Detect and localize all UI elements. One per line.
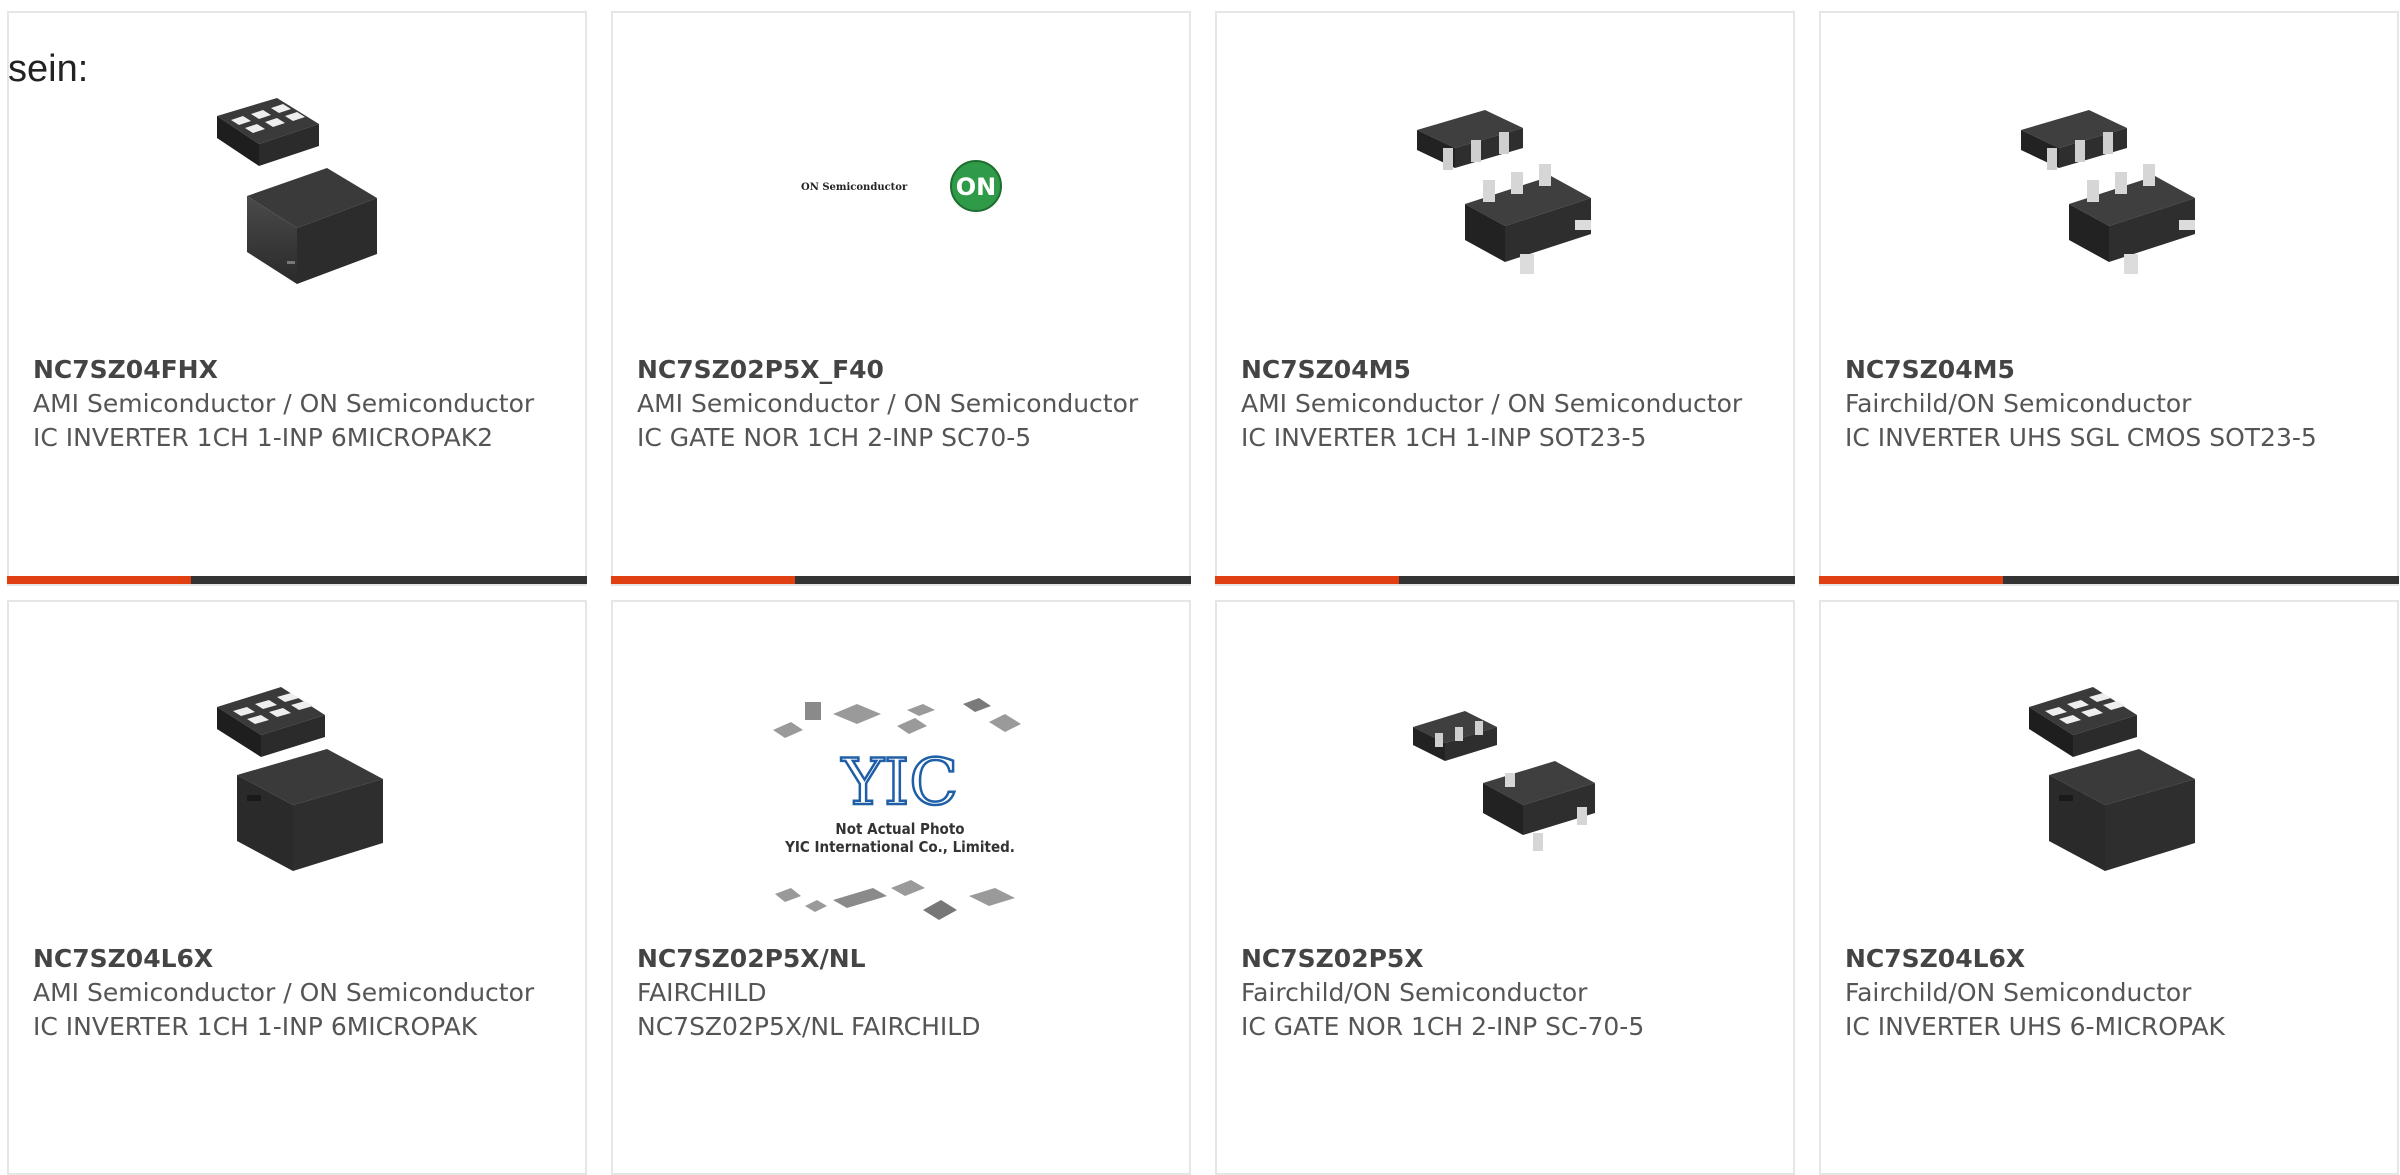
yic-placeholder-image[interactable]: YIC Not Actual Photo YIC International C… <box>765 692 1035 937</box>
description: IC INVERTER 1CH 1-INP 6MICROPAK2 <box>33 423 494 452</box>
product-card[interactable]: NC7SZ02P5X Fairchild/ON Semiconductor IC… <box>1215 600 1795 1175</box>
part-number-link[interactable]: NC7SZ02P5X_F40 <box>637 353 1169 387</box>
sot23-package-icon[interactable] <box>1402 83 1607 288</box>
product-card[interactable]: NC7SZ04M5 AMI Semiconductor / ON Semicon… <box>1215 11 1795 586</box>
description: IC INVERTER 1CH 1-INP SOT23-5 <box>1241 423 1647 452</box>
sc70-package-icon[interactable] <box>1402 672 1607 877</box>
product-info: NC7SZ02P5X_F40 AMI Semiconductor / ON Se… <box>637 353 1169 455</box>
manufacturer: Fairchild/ON Semiconductor <box>1845 389 2192 418</box>
part-number-link[interactable]: NC7SZ04M5 <box>1845 353 2377 387</box>
manufacturer: AMI Semiconductor / ON Semiconductor <box>33 389 535 418</box>
product-card[interactable]: NC7SZ04L6X AMI Semiconductor / ON Semico… <box>7 600 587 1175</box>
micropak-package-icon[interactable] <box>194 672 399 877</box>
product-info: NC7SZ02P5X/NL FAIRCHILD NC7SZ02P5X/NL FA… <box>637 942 1169 1044</box>
sot23-package-icon[interactable] <box>2006 83 2211 288</box>
description: IC INVERTER UHS SGL CMOS SOT23-5 <box>1845 423 2317 452</box>
card-bottom-bar <box>611 576 1191 584</box>
part-number-link[interactable]: NC7SZ02P5X <box>1241 942 1773 976</box>
product-grid: NC7SZ04FHX AMI Semiconductor / ON Semico… <box>7 11 2399 1175</box>
logo-badge: ON <box>956 173 997 201</box>
card-bottom-bar <box>1819 576 2399 584</box>
on-semiconductor-logo[interactable]: ON Semiconductor ON <box>793 83 1023 288</box>
yic-logo: YIC <box>841 746 959 820</box>
placeholder-company: YIC International Co., Limited. <box>784 838 1015 856</box>
product-info: NC7SZ02P5X Fairchild/ON Semiconductor IC… <box>1241 942 1773 1044</box>
description: IC GATE NOR 1CH 2-INP SC70-5 <box>637 423 1032 452</box>
product-info: NC7SZ04L6X AMI Semiconductor / ON Semico… <box>33 942 565 1044</box>
manufacturer: FAIRCHILD <box>637 978 767 1007</box>
card-bottom-bar <box>7 576 587 584</box>
card-bottom-bar <box>1215 576 1795 584</box>
description: IC GATE NOR 1CH 2-INP SC-70-5 <box>1241 1012 1645 1041</box>
product-card[interactable]: NC7SZ04FHX AMI Semiconductor / ON Semico… <box>7 11 587 586</box>
manufacturer: AMI Semiconductor / ON Semiconductor <box>1241 389 1743 418</box>
product-info: NC7SZ04M5 AMI Semiconductor / ON Semicon… <box>1241 353 1773 455</box>
placeholder-caption: Not Actual Photo <box>835 820 964 838</box>
product-card[interactable]: NC7SZ04M5 Fairchild/ON Semiconductor IC … <box>1819 11 2399 586</box>
manufacturer: Fairchild/ON Semiconductor <box>1241 978 1588 1007</box>
part-number-link[interactable]: NC7SZ04FHX <box>33 353 565 387</box>
micropak-package-icon[interactable] <box>194 83 399 288</box>
product-info: NC7SZ04FHX AMI Semiconductor / ON Semico… <box>33 353 565 455</box>
description: NC7SZ02P5X/NL FAIRCHILD <box>637 1012 981 1041</box>
description: IC INVERTER UHS 6-MICROPAK <box>1845 1012 2225 1041</box>
manufacturer: AMI Semiconductor / ON Semiconductor <box>637 389 1139 418</box>
product-card[interactable]: ON Semiconductor ON NC7SZ02P5X_F40 AMI S… <box>611 11 1191 586</box>
part-number-link[interactable]: NC7SZ04M5 <box>1241 353 1773 387</box>
product-info: NC7SZ04M5 Fairchild/ON Semiconductor IC … <box>1845 353 2377 455</box>
micropak-package-icon[interactable] <box>2006 672 2211 877</box>
product-info: NC7SZ04L6X Fairchild/ON Semiconductor IC… <box>1845 942 2377 1044</box>
product-card[interactable]: NC7SZ04L6X Fairchild/ON Semiconductor IC… <box>1819 600 2399 1175</box>
product-card[interactable]: YIC Not Actual Photo YIC International C… <box>611 600 1191 1175</box>
manufacturer: Fairchild/ON Semiconductor <box>1845 978 2192 1007</box>
part-number-link[interactable]: NC7SZ04L6X <box>33 942 565 976</box>
part-number-link[interactable]: NC7SZ02P5X/NL <box>637 942 1169 976</box>
part-number-link[interactable]: NC7SZ04L6X <box>1845 942 2377 976</box>
description: IC INVERTER 1CH 1-INP 6MICROPAK <box>33 1012 478 1041</box>
intro-text: sein: <box>8 48 89 90</box>
manufacturer: AMI Semiconductor / ON Semiconductor <box>33 978 535 1007</box>
logo-text: ON Semiconductor <box>801 182 908 193</box>
